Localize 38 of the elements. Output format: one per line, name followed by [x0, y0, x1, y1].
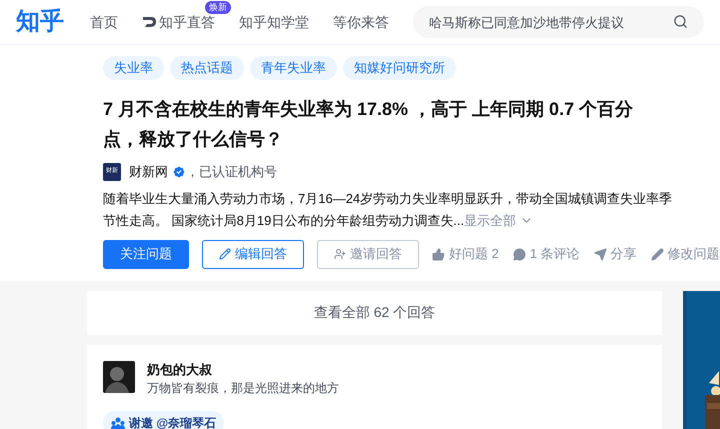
meta-action[interactable]: 1 条评论 — [512, 244, 580, 264]
question-excerpt: 节性走高。 国家统计局8月19日公布的分年龄组劳动力调查失... — [103, 212, 464, 230]
pencil-icon — [650, 248, 664, 260]
new-badge: 焕新 — [205, 0, 231, 14]
topic-tag[interactable]: 知媒好问研究所 — [343, 56, 456, 80]
author-name[interactable]: 奶包的大叔 — [147, 360, 339, 378]
thanks-tag: 谢邀 @奈瑠琴石 — [103, 410, 224, 429]
show-all-link[interactable]: 显示全部 — [464, 210, 534, 232]
topic-tag[interactable]: 青年失业率 — [250, 56, 337, 80]
action-button[interactable]: 关注问题 — [103, 240, 189, 268]
meta-action[interactable]: 好问题 2 — [432, 244, 499, 264]
people-icon — [111, 416, 125, 428]
nav-link[interactable]: 首页 — [90, 12, 118, 32]
nav-link[interactable]: 知乎直答 — [142, 12, 215, 32]
question-excerpt: 随着毕业生大量涌入劳动力市场，7月16—24岁劳动力失业率明显跃升，带动全国城镇调查失业率季 — [103, 190, 672, 208]
thumbs-up-icon — [432, 248, 445, 260]
topic-tag[interactable]: 失业率 — [103, 56, 164, 80]
avatar — [103, 360, 135, 392]
author-bio: 万物皆有裂痕，那是光照进来的地方 — [147, 380, 339, 396]
meta-action[interactable]: 修改问题 — [650, 244, 720, 264]
publisher-name[interactable]: 财新网 — [129, 162, 168, 182]
topic-tag[interactable]: 热点话题 — [170, 56, 244, 80]
comment-icon — [512, 248, 526, 260]
edit-icon — [219, 248, 231, 260]
zhida-logo-icon — [142, 16, 157, 28]
user-plus-icon — [334, 248, 346, 260]
action-button[interactable]: 编辑回答 — [202, 240, 304, 268]
search-field[interactable]: 哈马斯称已同意加沙地带停火提议 — [413, 6, 704, 38]
view-all-answers[interactable]: 查看全部 62 个回答 — [87, 290, 662, 334]
search-icon[interactable] — [673, 14, 688, 29]
question-title: 7 月不含在校生的青年失业率为 17.8% ，高于 上年同期 0.7 个百分点，释放了什么信号？ — [103, 98, 634, 151]
action-button[interactable]: 邀请回答 — [317, 240, 419, 268]
logo[interactable]: 知乎 — [16, 10, 64, 34]
paper-plane-icon — [594, 248, 607, 260]
verified-note: ，已认证机构号 — [186, 163, 277, 181]
meta-action[interactable]: 分享 — [594, 244, 637, 264]
nav-link[interactable]: 知乎知学堂 — [239, 12, 309, 32]
nav-link[interactable]: 等你来答 — [333, 12, 389, 32]
